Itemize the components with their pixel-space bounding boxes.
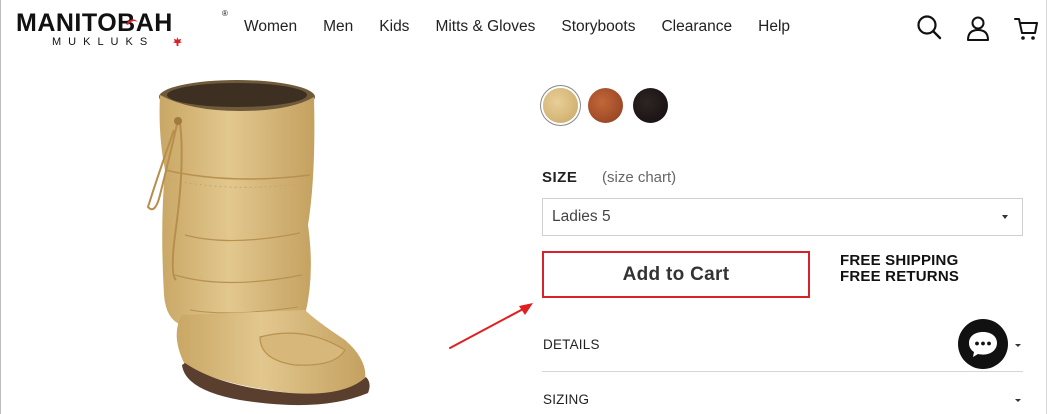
account-icon[interactable] (964, 14, 992, 42)
search-icon[interactable] (915, 13, 943, 41)
size-chart-link[interactable]: (size chart) (602, 169, 676, 186)
details-title: DETAILS (543, 337, 600, 352)
shipping-info: FREE SHIPPING FREE RETURNS (840, 253, 959, 284)
maple-leaf-icon (173, 37, 182, 46)
size-select[interactable]: Ladies 5 (542, 198, 1023, 236)
chevron-down-icon (1015, 399, 1021, 402)
free-shipping-text: FREE SHIPPING (840, 252, 959, 269)
brand-subtitle: MUKLUKS (52, 36, 155, 48)
chevron-down-icon (1015, 344, 1021, 347)
nav-kids[interactable]: Kids (366, 17, 422, 37)
size-label: SIZE (542, 169, 578, 186)
annotation-arrow-icon (449, 303, 533, 349)
nav-men[interactable]: Men (310, 17, 366, 37)
main-nav: Women Men Kids Mitts & Gloves Storyboots… (231, 17, 803, 37)
nav-clearance[interactable]: Clearance (648, 17, 745, 37)
cart-icon[interactable] (1012, 14, 1040, 42)
nav-help[interactable]: Help (745, 17, 803, 37)
sizing-accordion[interactable]: SIZING (542, 377, 1023, 414)
brand-logo[interactable]: MANITOBAH ® MUKLUKS (16, 9, 228, 49)
nav-storyboots[interactable]: Storyboots (548, 17, 648, 37)
registered-mark: ® (222, 9, 228, 18)
add-to-cart-button[interactable]: Add to Cart (542, 251, 810, 298)
chat-bubble-icon (969, 332, 997, 357)
size-select-value: Ladies 5 (552, 208, 611, 225)
brown-swatch[interactable] (588, 88, 623, 123)
tan-swatch[interactable] (543, 88, 578, 123)
product-image (146, 80, 370, 406)
divider (542, 371, 1023, 372)
chevron-down-icon (1002, 215, 1008, 219)
window-left-border (0, 0, 1, 414)
site-header: MANITOBAH ® MUKLUKS Women Men Kids Mitts… (0, 0, 1047, 55)
chat-button[interactable] (958, 319, 1008, 369)
brand-name: MANITOBAH (16, 9, 173, 37)
logo-swoosh-icon (126, 19, 138, 25)
free-returns-text: FREE RETURNS (840, 267, 960, 285)
nav-mitts-gloves[interactable]: Mitts & Gloves (422, 17, 548, 37)
sizing-title: SIZING (543, 392, 590, 407)
black-swatch[interactable] (633, 88, 668, 123)
nav-women[interactable]: Women (231, 17, 310, 37)
details-accordion[interactable]: DETAILS (542, 322, 1023, 372)
